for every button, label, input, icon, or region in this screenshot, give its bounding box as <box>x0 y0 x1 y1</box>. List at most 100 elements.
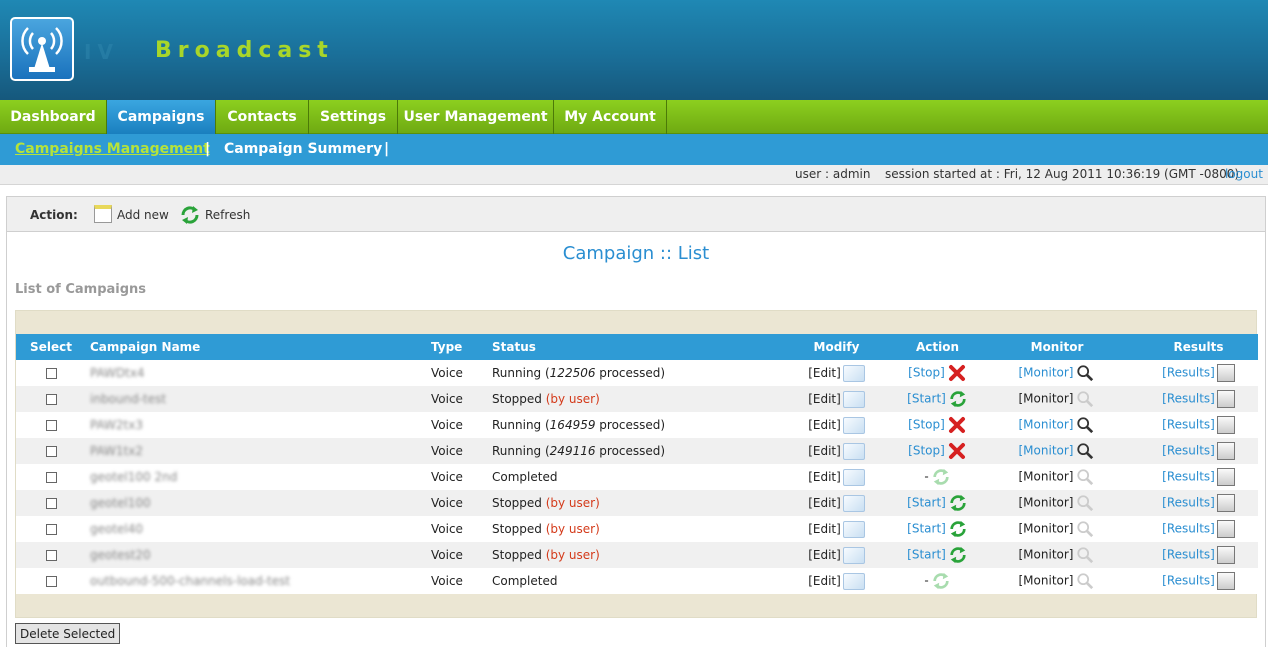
results-report-icon[interactable] <box>1216 468 1235 486</box>
campaign-name[interactable]: inbound-test <box>90 392 166 406</box>
select-checkbox[interactable] <box>45 524 57 535</box>
edit-link[interactable]: [Edit] <box>808 392 841 406</box>
folder-icon[interactable] <box>842 390 865 408</box>
select-checkbox[interactable] <box>45 498 57 509</box>
magnifier-icon[interactable] <box>1075 416 1095 434</box>
results-report-icon[interactable] <box>1216 572 1235 590</box>
results-report-icon[interactable] <box>1216 390 1235 408</box>
results-cell: [Results] <box>1139 542 1258 568</box>
results-report-icon[interactable] <box>1216 546 1235 564</box>
action-link[interactable]: [Stop] <box>908 366 945 380</box>
results-report-icon[interactable] <box>1216 364 1235 382</box>
campaign-name[interactable]: outbound-500-channels-load-test <box>90 574 290 588</box>
add-new-button[interactable]: Add new <box>117 208 169 222</box>
magnifier-icon[interactable] <box>1075 442 1095 460</box>
campaign-name[interactable]: geotel100 <box>90 496 151 510</box>
type-cell: Voice <box>431 470 463 484</box>
folder-icon[interactable] <box>842 520 865 538</box>
monitor-link[interactable]: [Monitor] <box>1019 366 1074 380</box>
processed-count: 122506 <box>549 366 596 380</box>
subnav-campaign-summery[interactable]: Campaign Summery <box>224 141 382 157</box>
results-link[interactable]: [Results] <box>1162 366 1215 380</box>
table-header-row: Select Campaign Name Type Status Modify … <box>16 334 1258 360</box>
folder-icon[interactable] <box>842 364 865 382</box>
edit-link[interactable]: [Edit] <box>808 366 841 380</box>
campaign-name[interactable]: geotel40 <box>90 522 143 536</box>
tab-dashboard[interactable]: Dashboard <box>0 100 107 134</box>
action-link[interactable]: [Start] <box>907 392 946 406</box>
action-link[interactable]: [Start] <box>907 496 946 510</box>
folder-icon[interactable] <box>842 494 865 512</box>
folder-icon[interactable] <box>842 572 865 590</box>
brand-name: Broadcast <box>155 38 334 63</box>
folder-icon[interactable] <box>842 416 865 434</box>
refresh-button[interactable]: Refresh <box>205 208 250 222</box>
logout-link[interactable]: logout <box>1225 167 1263 181</box>
monitor-link[interactable]: [Monitor] <box>1019 418 1074 432</box>
tab-user-management[interactable]: User Management <box>398 100 554 134</box>
results-link[interactable]: [Results] <box>1162 548 1215 562</box>
edit-link[interactable]: [Edit] <box>808 548 841 562</box>
action-link[interactable]: [Start] <box>907 522 946 536</box>
select-checkbox[interactable] <box>45 576 57 587</box>
tab-settings[interactable]: Settings <box>309 100 398 134</box>
subnav-campaigns-management[interactable]: Campaigns Management <box>15 141 210 157</box>
results-link[interactable]: [Results] <box>1162 574 1215 588</box>
select-checkbox[interactable] <box>45 446 57 457</box>
results-report-icon[interactable] <box>1216 520 1235 538</box>
refresh-icon[interactable] <box>179 204 201 226</box>
delete-selected-button[interactable]: Delete Selected <box>15 623 121 644</box>
action-link[interactable]: [Stop] <box>908 418 945 432</box>
campaign-name[interactable]: geotest20 <box>90 548 151 562</box>
results-report-icon[interactable] <box>1216 442 1235 460</box>
folder-icon[interactable] <box>842 442 865 460</box>
table-row: PAWDtx4 Voice Running (122506 processed) [E… <box>16 360 1258 386</box>
campaign-name[interactable]: PAW2tx3 <box>90 418 143 432</box>
table-row: geotel40 Voice Stopped (by user) [Edit] [Sta… <box>16 516 1258 542</box>
results-link[interactable]: [Results] <box>1162 444 1215 458</box>
modify-cell: [Edit] <box>773 386 900 412</box>
select-checkbox[interactable] <box>45 368 57 379</box>
start-refresh-icon[interactable] <box>948 546 968 564</box>
folder-icon[interactable] <box>842 546 865 564</box>
results-link[interactable]: [Results] <box>1162 496 1215 510</box>
monitor-link: [Monitor] <box>1018 495 1074 510</box>
select-checkbox[interactable] <box>45 420 57 431</box>
add-note-icon[interactable] <box>94 205 112 223</box>
stop-x-icon[interactable] <box>947 442 967 460</box>
monitor-cell: [Monitor] <box>975 490 1139 516</box>
edit-link[interactable]: [Edit] <box>808 574 841 588</box>
tab-my-account[interactable]: My Account <box>554 100 667 134</box>
results-report-icon[interactable] <box>1216 416 1235 434</box>
campaign-name[interactable]: geotel100 2nd <box>90 470 177 484</box>
campaign-name[interactable]: PAW1tx2 <box>90 444 143 458</box>
campaign-name[interactable]: PAWDtx4 <box>90 366 145 380</box>
edit-link[interactable]: [Edit] <box>808 496 841 510</box>
results-link[interactable]: [Results] <box>1162 392 1215 406</box>
results-link[interactable]: [Results] <box>1162 470 1215 484</box>
select-checkbox[interactable] <box>45 472 57 483</box>
monitor-link[interactable]: [Monitor] <box>1019 444 1074 458</box>
magnifier-icon[interactable] <box>1075 364 1095 382</box>
action-link[interactable]: [Stop] <box>908 444 945 458</box>
stop-x-icon[interactable] <box>947 364 967 382</box>
stop-x-icon[interactable] <box>947 416 967 434</box>
action-link[interactable]: [Start] <box>907 548 946 562</box>
select-checkbox[interactable] <box>45 550 57 561</box>
edit-link[interactable]: [Edit] <box>808 522 841 536</box>
monitor-cell: [Monitor] <box>975 516 1139 542</box>
select-checkbox[interactable] <box>45 394 57 405</box>
edit-link[interactable]: [Edit] <box>808 444 841 458</box>
edit-link[interactable]: [Edit] <box>808 418 841 432</box>
tab-campaigns[interactable]: Campaigns <box>107 100 216 134</box>
folder-icon[interactable] <box>842 468 865 486</box>
action-cell: [Stop] <box>900 360 975 386</box>
start-refresh-icon[interactable] <box>948 494 968 512</box>
start-refresh-icon[interactable] <box>948 390 968 408</box>
tab-contacts[interactable]: Contacts <box>216 100 309 134</box>
edit-link[interactable]: [Edit] <box>808 470 841 484</box>
start-refresh-icon[interactable] <box>948 520 968 538</box>
results-link[interactable]: [Results] <box>1162 418 1215 432</box>
results-report-icon[interactable] <box>1216 494 1235 512</box>
results-link[interactable]: [Results] <box>1162 522 1215 536</box>
